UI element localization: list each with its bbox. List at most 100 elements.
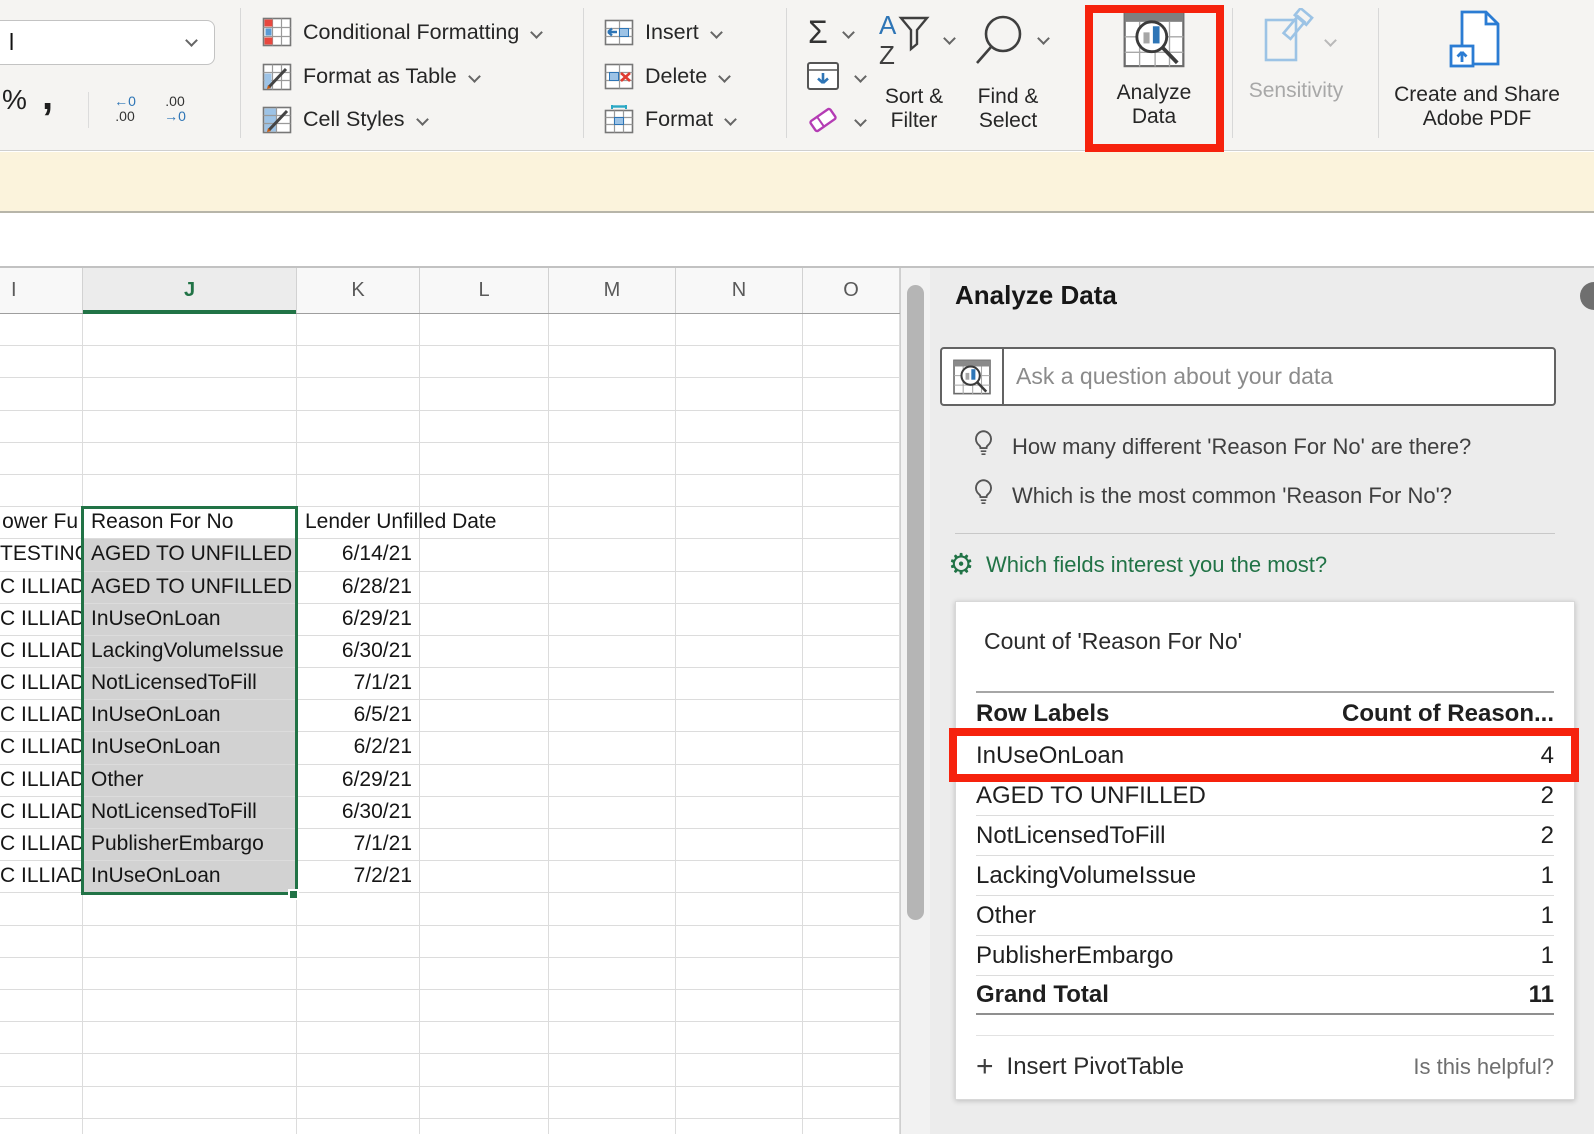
cell[interactable]	[803, 861, 900, 892]
cell[interactable]	[83, 1087, 297, 1118]
cell[interactable]	[549, 1119, 676, 1134]
format-cells-button[interactable]: Format	[604, 99, 735, 139]
cell[interactable]: C ILLIAD	[0, 572, 83, 603]
cell[interactable]	[0, 443, 83, 474]
cell[interactable]	[297, 893, 420, 924]
cell[interactable]: C ILLIAD	[0, 829, 83, 860]
cell[interactable]: C ILLIAD	[0, 732, 83, 763]
cell[interactable]	[803, 636, 900, 667]
cell[interactable]	[420, 411, 549, 442]
cell[interactable]	[676, 1054, 803, 1085]
cell[interactable]	[83, 958, 297, 989]
cell[interactable]	[420, 861, 549, 892]
cell[interactable]: 6/5/21	[297, 700, 420, 731]
cell[interactable]	[420, 604, 549, 635]
cell[interactable]: 6/14/21	[297, 539, 420, 570]
cell[interactable]: Reason For No	[83, 507, 297, 538]
cell[interactable]	[549, 378, 676, 409]
fill-handle[interactable]	[288, 889, 299, 900]
cell[interactable]	[676, 958, 803, 989]
cell[interactable]	[803, 765, 900, 796]
cell[interactable]: ower Fu	[0, 507, 83, 538]
cell[interactable]	[803, 990, 900, 1021]
cell[interactable]	[676, 443, 803, 474]
pivot-row[interactable]: PublisherEmbargo1	[976, 935, 1554, 975]
cell[interactable]: 7/2/21	[297, 861, 420, 892]
cell[interactable]	[420, 443, 549, 474]
cell[interactable]	[0, 893, 83, 924]
column-header-M[interactable]: M	[549, 268, 676, 313]
cell[interactable]: 6/29/21	[297, 765, 420, 796]
cell[interactable]: C ILLIAD	[0, 636, 83, 667]
cell[interactable]	[0, 990, 83, 1021]
cell[interactable]	[803, 507, 900, 538]
column-header-K[interactable]: K	[297, 268, 420, 313]
cell[interactable]	[83, 314, 297, 345]
cell[interactable]: InUseOnLoan	[83, 861, 297, 892]
cell[interactable]	[0, 958, 83, 989]
increase-decimal-button[interactable]: ←0 .00	[102, 88, 148, 130]
cell[interactable]	[83, 378, 297, 409]
scrollbar-thumb[interactable]	[907, 285, 924, 920]
cell[interactable]: C ILLIAD	[0, 765, 83, 796]
cell[interactable]: PublisherEmbargo	[83, 829, 297, 860]
cell[interactable]	[297, 443, 420, 474]
cell[interactable]	[676, 1087, 803, 1118]
cell[interactable]	[297, 926, 420, 957]
cell[interactable]	[420, 700, 549, 731]
cell[interactable]	[549, 314, 676, 345]
cell[interactable]	[83, 893, 297, 924]
cell[interactable]	[549, 926, 676, 957]
cell[interactable]	[676, 475, 803, 506]
pivot-row[interactable]: InUseOnLoan4	[976, 735, 1554, 775]
cell[interactable]	[549, 1087, 676, 1118]
cell[interactable]	[676, 1119, 803, 1134]
cell[interactable]	[676, 990, 803, 1021]
cell[interactable]	[420, 1054, 549, 1085]
cell[interactable]	[676, 507, 803, 538]
cell[interactable]	[676, 539, 803, 570]
cell[interactable]	[0, 926, 83, 957]
cell[interactable]	[420, 829, 549, 860]
cell[interactable]	[0, 475, 83, 506]
column-header-L[interactable]: L	[420, 268, 549, 313]
formula-bar[interactable]	[0, 215, 1594, 268]
sensitivity-button[interactable]: Sensitivity	[1244, 8, 1348, 103]
cell[interactable]	[549, 668, 676, 699]
cell[interactable]	[676, 861, 803, 892]
decrease-decimal-button[interactable]: .00 →0	[152, 88, 198, 130]
cell[interactable]	[420, 314, 549, 345]
cell[interactable]: C ILLIAD	[0, 700, 83, 731]
cell[interactable]	[549, 539, 676, 570]
cell[interactable]	[803, 958, 900, 989]
cell[interactable]	[420, 378, 549, 409]
cell[interactable]	[549, 636, 676, 667]
cell[interactable]	[549, 572, 676, 603]
cell[interactable]	[0, 378, 83, 409]
cell-styles-button[interactable]: Cell Styles	[262, 99, 427, 139]
pivot-row[interactable]: NotLicensedToFill2	[976, 815, 1554, 855]
analyze-question-input[interactable]	[1004, 349, 1554, 404]
cell[interactable]	[420, 926, 549, 957]
suggested-question[interactable]: Which is the most common 'Reason For No'…	[970, 474, 1452, 518]
cell[interactable]	[803, 893, 900, 924]
cell[interactable]: NotLicensedToFill	[83, 797, 297, 828]
cell[interactable]	[297, 378, 420, 409]
cell[interactable]: 6/2/21	[297, 732, 420, 763]
column-header-N[interactable]: N	[676, 268, 803, 313]
cell[interactable]	[297, 475, 420, 506]
cell[interactable]	[549, 765, 676, 796]
cell[interactable]: C ILLIAD	[0, 604, 83, 635]
cell[interactable]	[549, 893, 676, 924]
cell[interactable]	[549, 507, 676, 538]
cell[interactable]: LackingVolumeIssue	[83, 636, 297, 667]
cell[interactable]	[676, 572, 803, 603]
column-header-J[interactable]: J	[83, 268, 297, 313]
cell[interactable]: 7/1/21	[297, 829, 420, 860]
cell[interactable]	[297, 411, 420, 442]
cell[interactable]	[420, 1087, 549, 1118]
cell[interactable]	[549, 443, 676, 474]
cell[interactable]	[0, 1054, 83, 1085]
search-box[interactable]	[940, 347, 1556, 406]
delete-cells-button[interactable]: Delete	[604, 56, 729, 96]
